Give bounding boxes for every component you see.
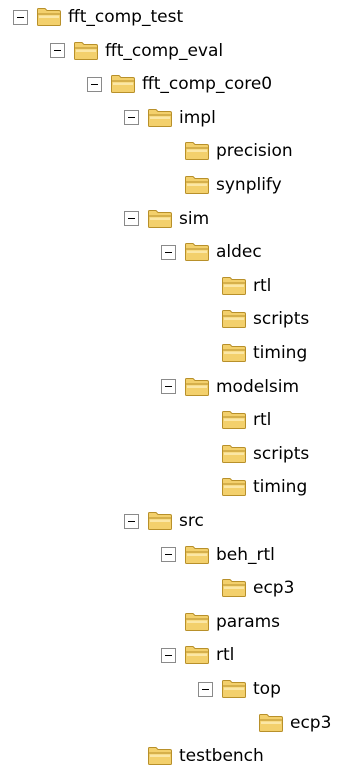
folder-icon	[185, 142, 209, 161]
tree-item-label: impl	[179, 107, 216, 128]
tree-item-label: timing	[253, 343, 308, 363]
tree-item-label: synplify	[216, 175, 282, 195]
collapse-toggle-icon[interactable]	[161, 547, 176, 563]
collapse-toggle-icon[interactable]	[50, 43, 65, 59]
tree-item[interactable]: timing	[198, 339, 307, 367]
tree-item[interactable]: rtl	[161, 641, 234, 669]
folder-icon	[185, 243, 209, 262]
tree-item-label: rtl	[253, 410, 272, 431]
tree-item-label: fft_comp_eval	[105, 40, 224, 61]
folder-icon	[259, 713, 283, 732]
tree-item[interactable]: synplify	[161, 171, 282, 199]
tree-item[interactable]: params	[161, 608, 280, 636]
folder-tree: fft_comp_test fft_comp_eval fft_comp_core0…	[0, 0, 357, 782]
tree-item-label: precision	[216, 141, 293, 162]
tree-item-label: testbench	[179, 746, 264, 767]
collapse-toggle-icon[interactable]	[161, 379, 176, 395]
folder-icon	[74, 41, 98, 60]
folder-icon	[222, 310, 246, 329]
tree-item[interactable]: fft_comp_eval	[50, 37, 223, 65]
tree-item[interactable]: modelsim	[161, 373, 299, 401]
tree-item[interactable]: impl	[124, 104, 216, 132]
folder-icon	[111, 75, 135, 94]
tree-item[interactable]: fft_comp_core0	[87, 70, 272, 98]
tree-item-label: scripts	[253, 443, 310, 464]
tree-item-label: timing	[253, 477, 308, 498]
tree-item[interactable]: timing	[198, 473, 307, 501]
folder-icon	[185, 612, 209, 631]
tree-item-label: scripts	[253, 309, 310, 330]
tree-item[interactable]: sim	[124, 205, 209, 233]
tree-item[interactable]: testbench	[124, 742, 264, 770]
tree-item-label: fft_comp_core0	[142, 74, 273, 95]
tree-item[interactable]: scripts	[198, 305, 309, 333]
collapse-toggle-icon[interactable]	[198, 681, 213, 697]
folder-icon	[185, 176, 209, 194]
collapse-toggle-icon[interactable]	[124, 513, 139, 529]
tree-item[interactable]: rtl	[198, 272, 271, 300]
tree-item-label: beh_rtl	[216, 544, 275, 565]
collapse-toggle-icon[interactable]	[124, 110, 139, 126]
folder-icon	[185, 377, 209, 396]
folder-icon	[222, 478, 246, 497]
folder-icon	[37, 8, 61, 26]
collapse-toggle-icon[interactable]	[124, 211, 139, 227]
folder-icon	[148, 209, 172, 228]
collapse-toggle-icon[interactable]	[161, 244, 176, 260]
folder-icon	[222, 276, 246, 295]
tree-item[interactable]: src	[124, 507, 204, 535]
folder-icon	[222, 579, 246, 598]
tree-item[interactable]: ecp3	[235, 709, 331, 737]
folder-icon	[222, 411, 246, 430]
tree-item-label: top	[253, 679, 281, 699]
tree-item-label: ecp3	[290, 712, 332, 733]
tree-item[interactable]: aldec	[161, 238, 262, 266]
folder-icon	[185, 646, 209, 665]
collapse-toggle-icon[interactable]	[13, 9, 28, 25]
folder-icon	[185, 545, 209, 564]
tree-item[interactable]: fft_comp_test	[13, 3, 183, 31]
tree-item-label: ecp3	[253, 578, 295, 599]
collapse-toggle-icon[interactable]	[161, 647, 176, 663]
tree-item[interactable]: precision	[161, 137, 293, 165]
tree-item-label: params	[216, 611, 281, 632]
tree-item-label: aldec	[216, 242, 262, 263]
tree-item-label: rtl	[253, 275, 272, 296]
folder-icon	[148, 512, 172, 530]
tree-item[interactable]: beh_rtl	[161, 541, 275, 569]
tree-item-label: fft_comp_test	[68, 7, 184, 27]
folder-icon	[148, 108, 172, 127]
tree-item-label: modelsim	[216, 376, 300, 397]
tree-item[interactable]: scripts	[198, 440, 309, 468]
tree-item-label: sim	[179, 208, 210, 229]
folder-icon	[148, 747, 172, 766]
folder-icon	[222, 444, 246, 463]
collapse-toggle-icon[interactable]	[87, 76, 102, 92]
tree-item-label: src	[179, 511, 204, 531]
tree-item[interactable]: rtl	[198, 406, 271, 434]
tree-item[interactable]: top	[198, 675, 281, 703]
folder-icon	[222, 680, 246, 698]
folder-icon	[222, 344, 246, 362]
tree-item-label: rtl	[216, 645, 235, 666]
tree-item[interactable]: ecp3	[198, 574, 294, 602]
